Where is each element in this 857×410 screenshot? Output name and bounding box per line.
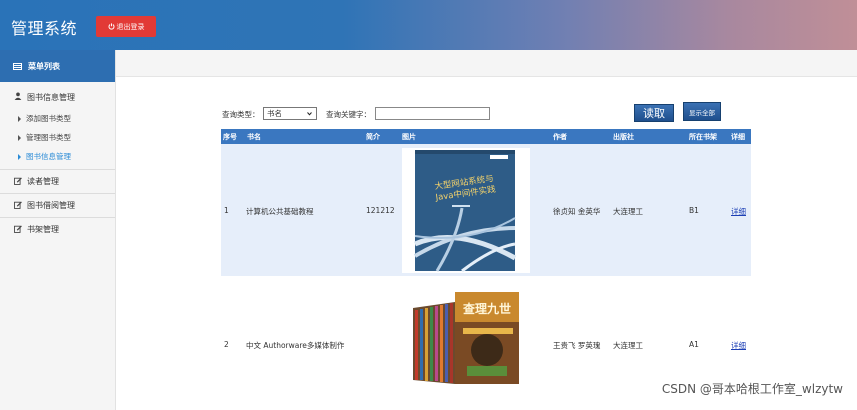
show-all-button[interactable]: 显示全部	[683, 102, 721, 121]
book-cover-image: 大型网站系统与Java中间件实践	[402, 148, 530, 273]
query-bar: 查询类型： 书名 查询关键字： 读取 显示全部	[222, 102, 762, 125]
sidebar-item-label: 图书信息管理	[26, 152, 71, 161]
sidebar-item-label: 管理图书类型	[26, 133, 71, 142]
content-top-strip	[116, 50, 857, 77]
app-title: 管理系统	[11, 19, 78, 38]
read-button[interactable]: 读取	[634, 104, 674, 122]
cell-intro: 121212	[366, 206, 395, 215]
sidebar-item-add-book-type[interactable]: 添加图书类型	[0, 109, 115, 128]
menu-group-reader: 读者管理	[0, 170, 115, 194]
caret-right-icon	[18, 134, 21, 141]
query-keyword-input[interactable]	[375, 107, 490, 120]
sidebar-header-label: 菜单列表	[28, 61, 60, 71]
menu-item-label: 图书信息管理	[27, 92, 75, 102]
user-icon	[13, 92, 22, 102]
menu-item-label: 书架管理	[27, 225, 59, 234]
query-type-label: 查询类型：	[222, 110, 260, 119]
sidebar-item-manage-book-type[interactable]: 管理图书类型	[0, 128, 115, 147]
menu-list-icon	[13, 62, 22, 70]
cell-index: 1	[224, 206, 229, 215]
menu-item-label: 图书借阅管理	[27, 201, 75, 210]
power-icon	[108, 23, 114, 30]
cell-index: 2	[224, 340, 229, 349]
header-publisher: 出版社	[613, 133, 634, 141]
book-cover-image: 查理九世	[411, 288, 521, 386]
detail-link[interactable]: 详细	[731, 206, 746, 217]
cell-name: 计算机公共基础教程	[246, 207, 314, 216]
book-table: 序号 书名 简介 图片 作者 出版社 所在书架 详细 1 计算机公共基础教程 1…	[221, 129, 751, 410]
logout-label: 退出登录	[116, 22, 145, 31]
query-keyword-label: 查询关键字：	[326, 110, 371, 119]
edit-icon	[13, 177, 22, 187]
logout-button[interactable]: 退出登录	[96, 16, 156, 37]
sidebar-header: 菜单列表	[0, 50, 115, 82]
header-author: 作者	[553, 133, 567, 141]
menu-group-book-info: 图书信息管理 添加图书类型 管理图书类型 图书信息管理	[0, 85, 115, 170]
query-type-value: 书名	[267, 109, 282, 118]
table-row: 1 计算机公共基础教程 121212 大型网站系统与Java中间件实践 徐贞知 …	[221, 144, 751, 276]
cell-shelf: B1	[689, 206, 699, 215]
header-shelf: 所在书架	[689, 133, 717, 141]
caret-right-icon	[18, 153, 21, 160]
header-detail: 详细	[731, 133, 745, 141]
chevron-down-icon	[307, 112, 312, 116]
detail-link[interactable]: 详细	[731, 340, 746, 351]
menu-item-shelf[interactable]: 书架管理	[0, 218, 115, 241]
menu-item-reader[interactable]: 读者管理	[0, 170, 115, 193]
header-image: 图片	[402, 133, 416, 141]
csdn-watermark: CSDN @哥本哈根工作室_wlzytw	[661, 382, 843, 396]
menu-item-borrow[interactable]: 图书借阅管理	[0, 194, 115, 217]
sidebar: 菜单列表 图书信息管理 添加图书类型 管理图书类型 图书信息管理 读者管理 图书…	[0, 50, 116, 410]
header-name: 书名	[247, 133, 261, 141]
caret-right-icon	[18, 115, 21, 122]
header-intro: 简介	[366, 133, 380, 141]
menu-item-label: 读者管理	[27, 177, 59, 186]
menu-item-book-info[interactable]: 图书信息管理	[0, 85, 115, 109]
book-cover-title: 查理九世	[463, 302, 512, 316]
menu-group-borrow: 图书借阅管理	[0, 194, 115, 218]
cell-publisher: 大连理工	[613, 207, 643, 216]
query-type-select[interactable]: 书名	[263, 107, 317, 120]
cell-publisher: 大连理工	[613, 341, 643, 350]
cell-shelf: A1	[689, 340, 699, 349]
cell-name: 中文 Authorware多媒体制作	[246, 341, 345, 350]
edit-icon	[13, 201, 22, 211]
sidebar-item-label: 添加图书类型	[26, 114, 71, 123]
cell-author: 王贵飞 罗英瑰	[553, 341, 601, 350]
menu-group-shelf: 书架管理	[0, 218, 115, 241]
table-header: 序号 书名 简介 图片 作者 出版社 所在书架 详细	[221, 129, 751, 144]
edit-icon	[13, 225, 22, 235]
sidebar-item-book-info-manage[interactable]: 图书信息管理	[0, 147, 115, 166]
top-header: 管理系统 退出登录	[0, 0, 857, 50]
header-index: 序号	[223, 133, 237, 141]
cell-author: 徐贞知 金英华	[553, 207, 601, 216]
